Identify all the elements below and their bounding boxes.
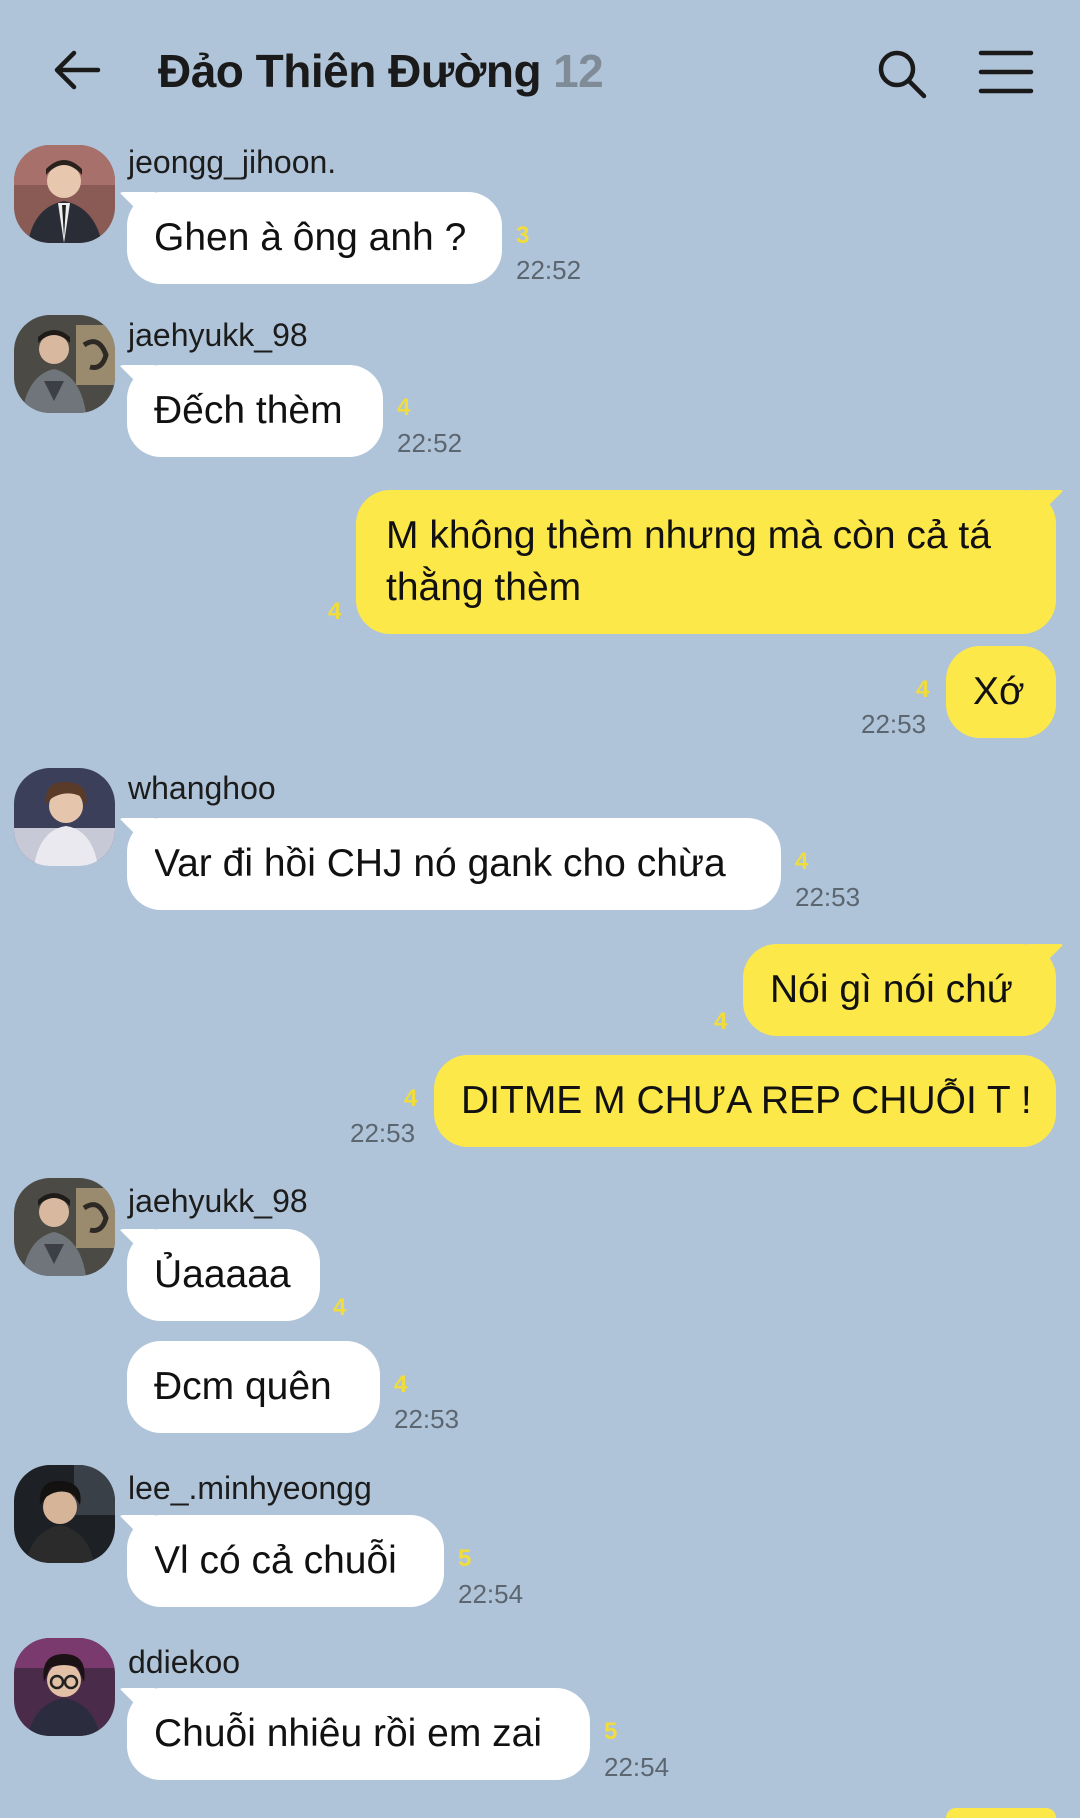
avatar[interactable] <box>14 768 115 866</box>
message-bubble[interactable]: DITME M CHƯA REP CHUỖI T ! <box>434 1055 1056 1147</box>
message-bubble[interactable]: M không thèm nhưng mà còn cả tá thằng th… <box>356 490 1056 634</box>
message-bubble[interactable]: Ủaaaaa <box>127 1229 320 1321</box>
message-bubble[interactable]: Chuỗi nhiêu rồi em zai <box>127 1688 590 1780</box>
sender-name: lee_.minhyeongg <box>128 1470 372 1506</box>
sender-name: jeongg_jihoon. <box>128 144 337 180</box>
message-bubble[interactable]: Xớ <box>946 646 1056 738</box>
chat-title: Đảo Thiên Đường 12 <box>158 44 604 98</box>
chat-header: Đảo Thiên Đường 12 <box>0 0 1080 140</box>
member-count: 12 <box>553 45 604 97</box>
message-bubble[interactable]: Vl có cả chuỗi <box>127 1515 444 1607</box>
avatar[interactable] <box>14 1638 115 1736</box>
sender-name: ddiekoo <box>128 1644 241 1680</box>
partial-message-bubble[interactable] <box>946 1808 1056 1818</box>
message-bubble[interactable]: Ghen à ông anh ? <box>127 192 502 284</box>
sender-name: jaehyukk_98 <box>128 1183 308 1219</box>
message-bubble[interactable]: Đếch thèm <box>127 365 383 457</box>
avatar[interactable] <box>14 1465 115 1563</box>
message-time: 22:53 <box>394 1404 460 1434</box>
sender-name: whanghoo <box>128 770 276 806</box>
menu-icon[interactable] <box>978 48 1034 96</box>
unread-count: 4 <box>333 1294 347 1321</box>
message-time: 22:53 <box>861 709 927 739</box>
unread-count: 4 <box>328 598 342 625</box>
message-time: 22:52 <box>397 428 463 458</box>
unread-count: 4 <box>397 394 411 421</box>
back-arrow-icon[interactable] <box>50 42 106 98</box>
avatar[interactable] <box>14 1178 115 1276</box>
message-bubble[interactable]: Nói gì nói chứ <box>743 944 1056 1036</box>
message-time: 22:54 <box>458 1579 524 1609</box>
message-bubble[interactable]: Var đi hồi CHJ nó gank cho chừa <box>127 818 781 910</box>
chat-title-text: Đảo Thiên Đường <box>158 45 542 97</box>
unread-count: 5 <box>604 1718 618 1745</box>
avatar[interactable] <box>14 145 115 243</box>
sender-name: jaehyukk_98 <box>128 317 308 353</box>
unread-count: 4 <box>714 1008 728 1035</box>
message-time: 22:52 <box>516 255 582 285</box>
search-icon[interactable] <box>876 48 928 100</box>
unread-count: 5 <box>458 1545 472 1572</box>
message-time: 22:53 <box>795 882 861 912</box>
unread-count: 4 <box>916 676 930 703</box>
unread-count: 3 <box>516 222 530 249</box>
unread-count: 4 <box>404 1085 418 1112</box>
message-bubble[interactable]: Đcm quên <box>127 1341 380 1433</box>
unread-count: 4 <box>394 1371 408 1398</box>
unread-count: 4 <box>795 848 809 875</box>
message-time: 22:54 <box>604 1752 670 1782</box>
message-time: 22:53 <box>350 1118 416 1148</box>
avatar[interactable] <box>14 315 115 413</box>
